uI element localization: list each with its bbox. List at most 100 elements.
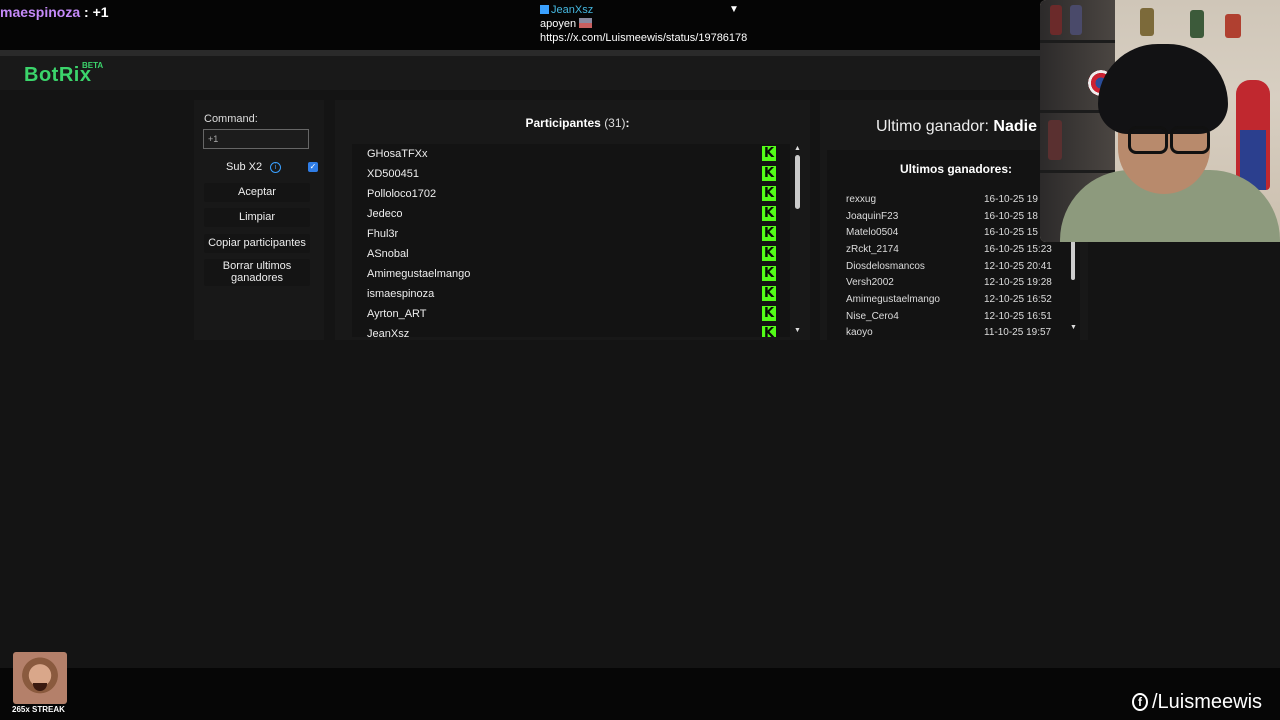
- copy-participants-button[interactable]: Copiar participantes: [204, 234, 310, 253]
- kick-icon: K: [762, 286, 776, 301]
- participants-list[interactable]: GHosaTFXx K XD500451 K Polloloco1702 K Jede…: [352, 144, 790, 337]
- participants-title: Participantes (31):: [350, 116, 805, 130]
- participant-name: GHosaTFXx: [367, 148, 428, 160]
- list-item: XD500451 K: [367, 164, 777, 184]
- shelf-divider: [1040, 40, 1115, 43]
- table-row: Amimegustaelmango 12-10-25 16:52: [846, 292, 1061, 308]
- info-icon[interactable]: i: [270, 162, 281, 173]
- winner-date: 16-10-25 15: [984, 227, 1038, 238]
- participant-name: ASnobal: [367, 248, 409, 260]
- list-item: JeanXsz K: [367, 324, 777, 337]
- kick-icon: K: [762, 246, 776, 261]
- participant-name: Polloloco1702: [367, 188, 437, 200]
- list-item: ismaespinoza K: [367, 284, 777, 304]
- winner-date: 11-10-25 19:57: [984, 327, 1052, 337]
- list-item: Amimegustaelmango K: [367, 264, 777, 284]
- participants-title-text: Participantes: [525, 116, 601, 130]
- webcam-overlay: [1040, 0, 1280, 242]
- erase-winners-button[interactable]: Borrar ultimos ganadores: [204, 259, 310, 286]
- participants-scrollbar[interactable]: [795, 155, 800, 209]
- winner-date: 12-10-25 16:51: [984, 311, 1052, 322]
- streak-label: 265x STREAK: [12, 705, 65, 714]
- participant-name: ismaespinoza: [367, 288, 435, 300]
- badge-icon: [540, 5, 549, 14]
- shelf-divider: [1040, 170, 1115, 173]
- kick-icon: K: [762, 146, 776, 161]
- glasses: [1128, 126, 1168, 154]
- table-row: Diosdelosmancos 12-10-25 20:41: [846, 259, 1061, 275]
- command-label: Command:: [204, 113, 258, 125]
- winners-scrollbar[interactable]: [1071, 240, 1075, 280]
- pinned-text: apoyen: [540, 18, 577, 30]
- accept-button[interactable]: Aceptar: [204, 183, 310, 202]
- winner-date: 16-10-25 15:23: [984, 244, 1052, 255]
- winner-name: kaoyo: [846, 327, 873, 337]
- sub-x2-checkbox[interactable]: ✓: [308, 162, 318, 172]
- winner-name: zRckt_2174: [846, 244, 899, 255]
- kick-icon: K: [762, 266, 776, 281]
- participants-count: (31): [604, 116, 626, 130]
- winner-name: Matelo0504: [846, 227, 899, 238]
- list-item: GHosaTFXx K: [367, 144, 777, 164]
- glasses: [1170, 126, 1210, 154]
- flag-icon: [579, 18, 593, 28]
- winner-name: JoaquinF23: [846, 211, 899, 222]
- pinned-message: JeanXsz apoyen https://x.com/Luismeewis/…: [540, 3, 750, 45]
- participant-name: Fhul3r: [367, 228, 399, 240]
- facebook-icon: f: [1132, 693, 1148, 711]
- kick-icon: K: [762, 326, 776, 337]
- beta-badge: BETA: [82, 61, 104, 70]
- chat-text: : +1: [80, 4, 109, 20]
- figure: [1190, 10, 1204, 38]
- participants-colon: :: [625, 116, 630, 130]
- winner-name: rexxug: [846, 194, 877, 205]
- list-item: Polloloco1702 K: [367, 184, 777, 204]
- table-row: Nise_Cero4 12-10-25 16:51: [846, 309, 1061, 325]
- clear-button[interactable]: Limpiar: [204, 208, 310, 227]
- participant-name: JeanXsz: [367, 328, 410, 337]
- table-row: JoaquinF23 16-10-25 18: [846, 209, 1061, 225]
- sub-x2-label: Sub X2: [226, 161, 263, 173]
- last-winner-label: Ultimo ganador:: [876, 118, 989, 135]
- pinned-url[interactable]: https://x.com/Luismeewis/status/19786178: [540, 31, 748, 45]
- participant-name: Amimegustaelmango: [367, 268, 471, 280]
- winner-name: Nise_Cero4: [846, 311, 899, 322]
- list-item: Jedeco K: [367, 204, 777, 224]
- scroll-down-arrow-icon[interactable]: ▼: [1070, 324, 1077, 331]
- kick-icon: K: [762, 186, 776, 201]
- winner-name: Versh2002: [846, 277, 894, 288]
- table-row: rexxug 16-10-25 19: [846, 192, 1061, 208]
- command-input[interactable]: [203, 129, 309, 149]
- streamer-hair: [1098, 44, 1228, 134]
- pinned-username: JeanXsz: [551, 4, 594, 16]
- bottom-overlay-bar: [0, 668, 1280, 720]
- winner-date: 12-10-25 16:52: [984, 294, 1052, 305]
- kick-icon: K: [762, 166, 776, 181]
- winner-date: 12-10-25 19:28: [984, 277, 1052, 288]
- figure: [1048, 120, 1062, 160]
- winner-date: 12-10-25 20:41: [984, 261, 1052, 272]
- figure: [1140, 8, 1154, 36]
- list-item: Ayrton_ART K: [367, 304, 777, 324]
- winner-date: 16-10-25 18: [984, 211, 1038, 222]
- winner-date: 16-10-25 19: [984, 194, 1038, 205]
- table-row: Versh2002 12-10-25 19:28: [846, 275, 1061, 291]
- kick-icon: K: [762, 306, 776, 321]
- winner-name: Diosdelosmancos: [846, 261, 925, 272]
- winner-name: Amimegustaelmango: [846, 294, 940, 305]
- social-handle-text: /Luismeewis: [1152, 691, 1263, 713]
- last-winner-value: Nadie: [993, 118, 1037, 135]
- participant-name: Jedeco: [367, 208, 403, 220]
- participant-name: Ayrton_ART: [367, 308, 427, 320]
- figure: [1050, 5, 1062, 35]
- list-item: Fhul3r K: [367, 224, 777, 244]
- scroll-down-arrow-icon[interactable]: ▼: [794, 327, 801, 334]
- table-row: zRckt_2174 16-10-25 15:23: [846, 242, 1061, 258]
- scroll-up-arrow-icon[interactable]: ▲: [794, 145, 801, 152]
- pin-icon: ▼: [729, 4, 739, 15]
- table-row: Matelo0504 16-10-25 15: [846, 225, 1061, 241]
- social-handle: f/Luismeewis: [1132, 691, 1262, 714]
- figure: [1070, 5, 1082, 35]
- chat-username: maespinoza: [0, 4, 81, 20]
- figure: [1225, 14, 1241, 38]
